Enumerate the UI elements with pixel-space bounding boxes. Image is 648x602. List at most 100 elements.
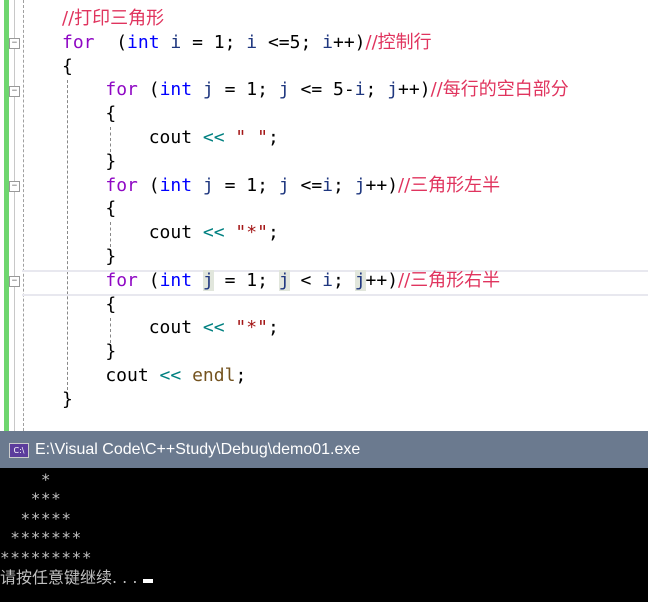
code-token: ( <box>137 174 160 196</box>
console-line: *** <box>0 489 62 508</box>
code-token: int <box>159 269 193 291</box>
code-token: ; <box>267 317 279 339</box>
collapse-icon[interactable]: − <box>9 38 20 49</box>
code-token: int <box>159 174 193 196</box>
code-token: ++) <box>398 79 431 101</box>
code-line: { <box>62 293 569 317</box>
code-token: int <box>127 31 160 53</box>
code-token: "*" <box>235 222 268 244</box>
text-cursor <box>143 579 154 583</box>
code-token: < <box>289 269 323 291</box>
code-line: { <box>62 197 569 221</box>
code-token: } <box>62 388 73 410</box>
code-token: cout <box>62 126 203 148</box>
code-token: " " <box>235 126 268 148</box>
code-token: } <box>62 150 117 172</box>
code-token: << <box>202 222 225 244</box>
code-token: endl <box>192 364 236 386</box>
code-token: j <box>278 174 290 196</box>
console-output[interactable]: * *** ***** ******* ********* 请按任意键继续. .… <box>0 468 648 602</box>
console-prompt-text: 请按任意键继续. . . <box>0 568 138 587</box>
code-line: { <box>62 55 569 79</box>
console-window-title: E:\Visual Code\C++Study\Debug\demo01.exe <box>35 441 361 458</box>
code-token: for <box>105 79 138 101</box>
code-line: //打印三角形 <box>62 7 569 31</box>
code-token: { <box>62 198 117 220</box>
console-title-bar[interactable]: C:\ E:\Visual Code\C++Study\Debug\demo01… <box>0 431 648 468</box>
code-token: "*" <box>235 317 268 339</box>
code-token: j <box>202 269 214 291</box>
code-token: <=5; <box>257 31 323 53</box>
collapse-icon[interactable]: − <box>9 86 20 97</box>
collapse-icon[interactable]: − <box>9 276 20 287</box>
code-token: j <box>202 79 214 101</box>
code-token: ; <box>333 174 355 196</box>
code-token: ++) <box>332 31 366 53</box>
code-token: i <box>322 174 333 196</box>
code-token: j <box>354 174 366 196</box>
code-line: for (int j = 1; j < i; j++)//三角形右半 <box>62 269 569 293</box>
code-line: cout << " "; <box>62 126 569 150</box>
code-token: ; <box>267 126 279 148</box>
code-token: i <box>322 31 333 53</box>
code-token: i <box>354 79 366 101</box>
code-token: ( <box>94 31 128 53</box>
console-line: ******* <box>0 528 82 547</box>
code-token: j <box>354 269 366 291</box>
code-token: ++) <box>365 174 399 196</box>
code-token: cout <box>62 317 203 339</box>
code-token: //打印三角形 <box>62 8 165 29</box>
code-line: for (int j = 1; j <= 5-i; j++)//每行的空白部分 <box>62 78 569 102</box>
code-token: i <box>322 269 333 291</box>
code-token: ; <box>333 269 355 291</box>
code-line: for (int j = 1; j <=i; j++)//三角形左半 <box>62 174 569 198</box>
code-token: //控制行 <box>365 31 432 53</box>
code-token: //每行的空白部分 <box>430 79 569 101</box>
code-token: ( <box>137 79 160 101</box>
code-token: << <box>159 364 182 386</box>
code-token: { <box>62 293 117 315</box>
code-token: { <box>62 55 73 77</box>
console-prompt: 请按任意键继续. . . <box>0 568 154 587</box>
code-editor[interactable]: − − − − //打印三角形 for (int i = 1; i <=5; i+… <box>0 0 648 431</box>
code-line: } <box>62 150 569 174</box>
console-line: ***** <box>0 509 72 528</box>
console-line: ********* <box>0 548 93 567</box>
code-line: cout << "*"; <box>62 221 569 245</box>
code-line: } <box>62 388 569 412</box>
code-line: } <box>62 245 569 269</box>
code-token: for <box>105 269 138 291</box>
code-line: for (int i = 1; i <=5; i++)//控制行 <box>62 31 569 55</box>
code-token: << <box>202 317 225 339</box>
code-token: //三角形右半 <box>398 269 501 291</box>
code-token: //三角形左半 <box>398 174 501 196</box>
console-app-icon: C:\ <box>9 443 29 458</box>
code-line: { <box>62 102 569 126</box>
code-token: { <box>62 103 117 125</box>
code-token: j <box>387 79 399 101</box>
code-token: cout <box>62 222 203 244</box>
code-token: ( <box>137 269 160 291</box>
code-token: = 1; <box>213 79 279 101</box>
code-token: } <box>62 245 117 267</box>
code-token: i <box>246 31 258 53</box>
code-token: cout <box>62 364 160 386</box>
collapse-icon[interactable]: − <box>9 181 20 192</box>
code-token: = 1; <box>213 269 279 291</box>
code-token: int <box>159 79 193 101</box>
code-token: << <box>202 126 225 148</box>
code-line: cout << endl; <box>62 364 569 388</box>
code-token: ; <box>235 364 247 386</box>
code-token: ; <box>365 79 388 101</box>
code-token: i <box>170 31 182 53</box>
code-token: j <box>278 79 290 101</box>
